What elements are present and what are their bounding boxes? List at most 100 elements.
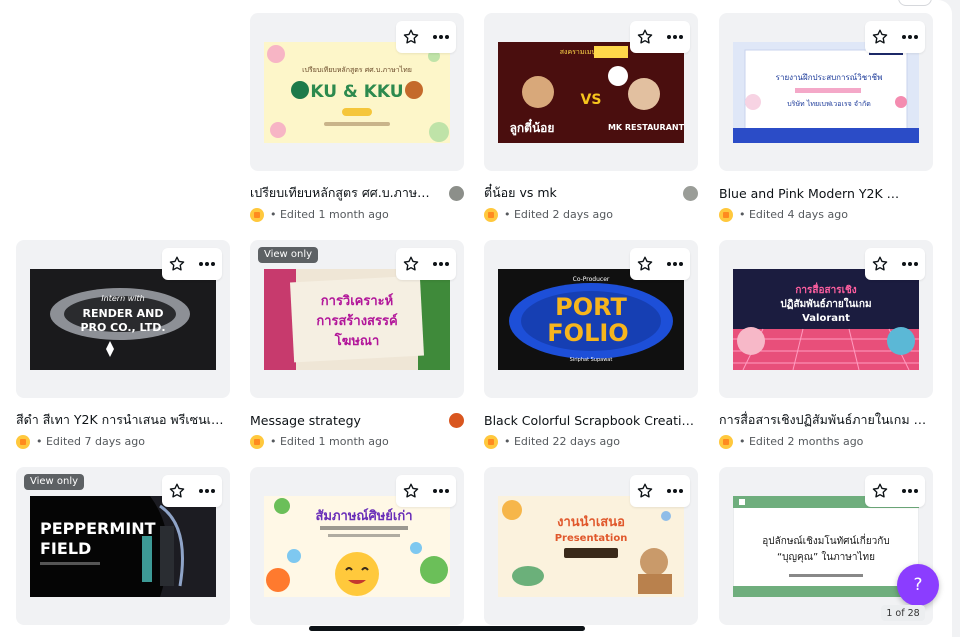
design-card[interactable]: NEXT SLIDE รายงานฝึกประสบการณ์วิชาชีพ บร… <box>719 13 933 222</box>
card-actions <box>630 475 690 507</box>
thumb-text: VS <box>581 92 602 108</box>
thumb-text: Valorant <box>802 313 850 324</box>
thumb-text: บริษัท ไทยเบฟเวอเรจ จำกัด <box>787 99 871 108</box>
star-icon[interactable] <box>166 253 188 275</box>
thumbnail-image: PEPPERMINT FIELD <box>30 496 216 597</box>
design-thumbnail[interactable]: View only PEPPERMINT FIELD <box>16 467 230 625</box>
thumbnail-image: งานนำเสนอ Presentation <box>498 496 684 597</box>
design-title[interactable]: สีดำ สีเทา Y2K การนำเสนอ พรีเซนเทชั่น <box>16 410 230 430</box>
more-options-icon[interactable] <box>899 480 921 502</box>
top-right-control[interactable] <box>898 0 932 6</box>
star-icon[interactable] <box>634 26 656 48</box>
thumb-text: ลูกตี๋น้อย <box>510 118 555 136</box>
owner-avatar <box>449 412 464 428</box>
more-options-icon[interactable] <box>430 480 452 502</box>
design-thumbnail[interactable]: งานนำเสนอ Presentation <box>484 467 698 625</box>
horizontal-scrollbar[interactable] <box>309 626 585 631</box>
design-card[interactable]: อุปลักษณ์เชิงมโนทัศน์เกี่ยวกับ “บุญคุณ” … <box>719 467 933 625</box>
design-title[interactable]: Black Colorful Scrapbook Creativ... <box>484 413 698 428</box>
star-icon[interactable] <box>166 480 188 502</box>
thumb-text: การสื่อสารเชิง <box>795 282 856 296</box>
design-thumbnail[interactable]: View only การวิเคราะห์ การสร้างสรรค์ โฆษ… <box>250 240 464 398</box>
card-actions <box>396 248 456 280</box>
card-actions <box>162 248 222 280</box>
design-thumbnail[interactable]: Co-Producer PORT FOLIO Siriphat Supawat <box>484 240 698 398</box>
card-actions <box>865 21 925 53</box>
design-thumbnail[interactable]: สงครามเมนู VS ลูกตี๋น้อย MK RESTAURANT <box>484 13 698 171</box>
design-title[interactable]: ตี๋น้อย vs mk <box>484 183 557 203</box>
more-options-icon[interactable] <box>196 480 218 502</box>
thumb-text: สัมภาษณ์ศิษย์เก่า <box>315 508 412 524</box>
design-title[interactable]: Message strategy <box>250 413 361 428</box>
designs-panel: เปรียบเทียบหลักสูตร ศศ.บ.ภาษาไทย KU & KK… <box>0 0 952 637</box>
design-card[interactable]: งานนำเสนอ Presentation <box>484 467 698 625</box>
more-options-icon[interactable] <box>664 253 686 275</box>
presentation-type-icon <box>16 434 30 449</box>
design-title[interactable]: การสื่อสารเชิงปฏิสัมพันธ์ภายในเกม Va... <box>719 410 933 430</box>
more-options-icon[interactable] <box>899 26 921 48</box>
thumbnail-image: สัมภาษณ์ศิษย์เก่า <box>264 496 450 597</box>
presentation-type-icon <box>250 434 264 449</box>
thumb-text: KU & KKU <box>310 82 403 102</box>
thumb-text: รายงานฝึกประสบการณ์วิชาชีพ <box>776 72 883 82</box>
card-actions <box>396 21 456 53</box>
design-card[interactable]: Co-Producer PORT FOLIO Siriphat Supawat … <box>484 240 698 449</box>
star-icon[interactable] <box>400 26 422 48</box>
help-button[interactable]: ? <box>897 564 939 606</box>
design-thumbnail[interactable]: Intern with RENDER AND PRO CO., LTD. <box>16 240 230 398</box>
card-actions <box>865 475 925 507</box>
design-card[interactable]: สงครามเมนู VS ลูกตี๋น้อย MK RESTAURANT ต… <box>484 13 698 222</box>
star-icon[interactable] <box>400 480 422 502</box>
presentation-type-icon <box>484 207 498 222</box>
edited-time: • Edited 7 days ago <box>36 435 145 448</box>
design-thumbnail[interactable]: การสื่อสารเชิง ปฏิสัมพันธ์ภายในเกม Valor… <box>719 240 933 398</box>
more-options-icon[interactable] <box>664 26 686 48</box>
card-actions <box>162 475 222 507</box>
card-actions <box>630 21 690 53</box>
view-only-badge: View only <box>258 247 319 263</box>
star-icon[interactable] <box>400 253 422 275</box>
thumbnail-image: Intern with RENDER AND PRO CO., LTD. <box>30 269 216 370</box>
thumb-text: PORT <box>555 293 627 321</box>
design-card[interactable]: การสื่อสารเชิง ปฏิสัมพันธ์ภายในเกม Valor… <box>719 240 933 449</box>
star-icon[interactable] <box>634 253 656 275</box>
presentation-type-icon <box>719 434 733 449</box>
presentation-type-icon <box>719 207 733 222</box>
card-actions <box>396 475 456 507</box>
card-actions <box>630 248 690 280</box>
design-card[interactable]: Intern with RENDER AND PRO CO., LTD. สีด… <box>16 240 230 449</box>
design-card[interactable]: View only การวิเคราะห์ การสร้างสรรค์ โฆษ… <box>250 240 464 449</box>
design-title[interactable]: Blue and Pink Modern Y2K Group... <box>719 186 905 201</box>
thumbnail-image: เปรียบเทียบหลักสูตร ศศ.บ.ภาษาไทย KU & KK… <box>264 42 450 143</box>
design-card[interactable]: สัมภาษณ์ศิษย์เก่า <box>250 467 464 625</box>
more-options-icon[interactable] <box>430 253 452 275</box>
design-thumbnail[interactable]: สัมภาษณ์ศิษย์เก่า <box>250 467 464 625</box>
design-thumbnail[interactable]: NEXT SLIDE รายงานฝึกประสบการณ์วิชาชีพ บร… <box>719 13 933 171</box>
view-only-badge: View only <box>24 474 85 490</box>
thumb-text: FOLIO <box>547 319 628 347</box>
card-actions <box>865 248 925 280</box>
star-icon[interactable] <box>869 26 891 48</box>
star-icon[interactable] <box>869 253 891 275</box>
thumb-text: RENDER AND <box>83 307 164 320</box>
star-icon[interactable] <box>634 480 656 502</box>
thumbnail-image: NEXT SLIDE รายงานฝึกประสบการณ์วิชาชีพ บร… <box>733 42 919 143</box>
design-title[interactable]: เปรียบเทียบหลักสูตร ศศ.บ.ภาษาไ... <box>250 183 436 203</box>
thumb-text: “บุญคุณ” ในภาษาไทย <box>777 551 875 563</box>
design-thumbnail[interactable]: อุปลักษณ์เชิงมโนทัศน์เกี่ยวกับ “บุญคุณ” … <box>719 467 933 625</box>
more-options-icon[interactable] <box>430 26 452 48</box>
more-options-icon[interactable] <box>899 253 921 275</box>
more-options-icon[interactable] <box>664 480 686 502</box>
thumb-text: การวิเคราะห์ <box>321 293 393 309</box>
more-options-icon[interactable] <box>196 253 218 275</box>
star-icon[interactable] <box>869 480 891 502</box>
design-card[interactable]: เปรียบเทียบหลักสูตร ศศ.บ.ภาษาไทย KU & KK… <box>250 13 464 222</box>
owner-avatar <box>683 185 698 201</box>
thumb-text: ปฏิสัมพันธ์ภายในเกม <box>780 297 871 310</box>
design-thumbnail[interactable]: เปรียบเทียบหลักสูตร ศศ.บ.ภาษาไทย KU & KK… <box>250 13 464 171</box>
thumb-text: โฆษณา <box>334 332 380 349</box>
edited-time: • Edited 22 days ago <box>504 435 620 448</box>
edited-time: • Edited 1 month ago <box>270 208 389 221</box>
thumb-text: Presentation <box>555 533 628 544</box>
design-card[interactable]: View only PEPPERMINT FIELD <box>16 467 230 625</box>
